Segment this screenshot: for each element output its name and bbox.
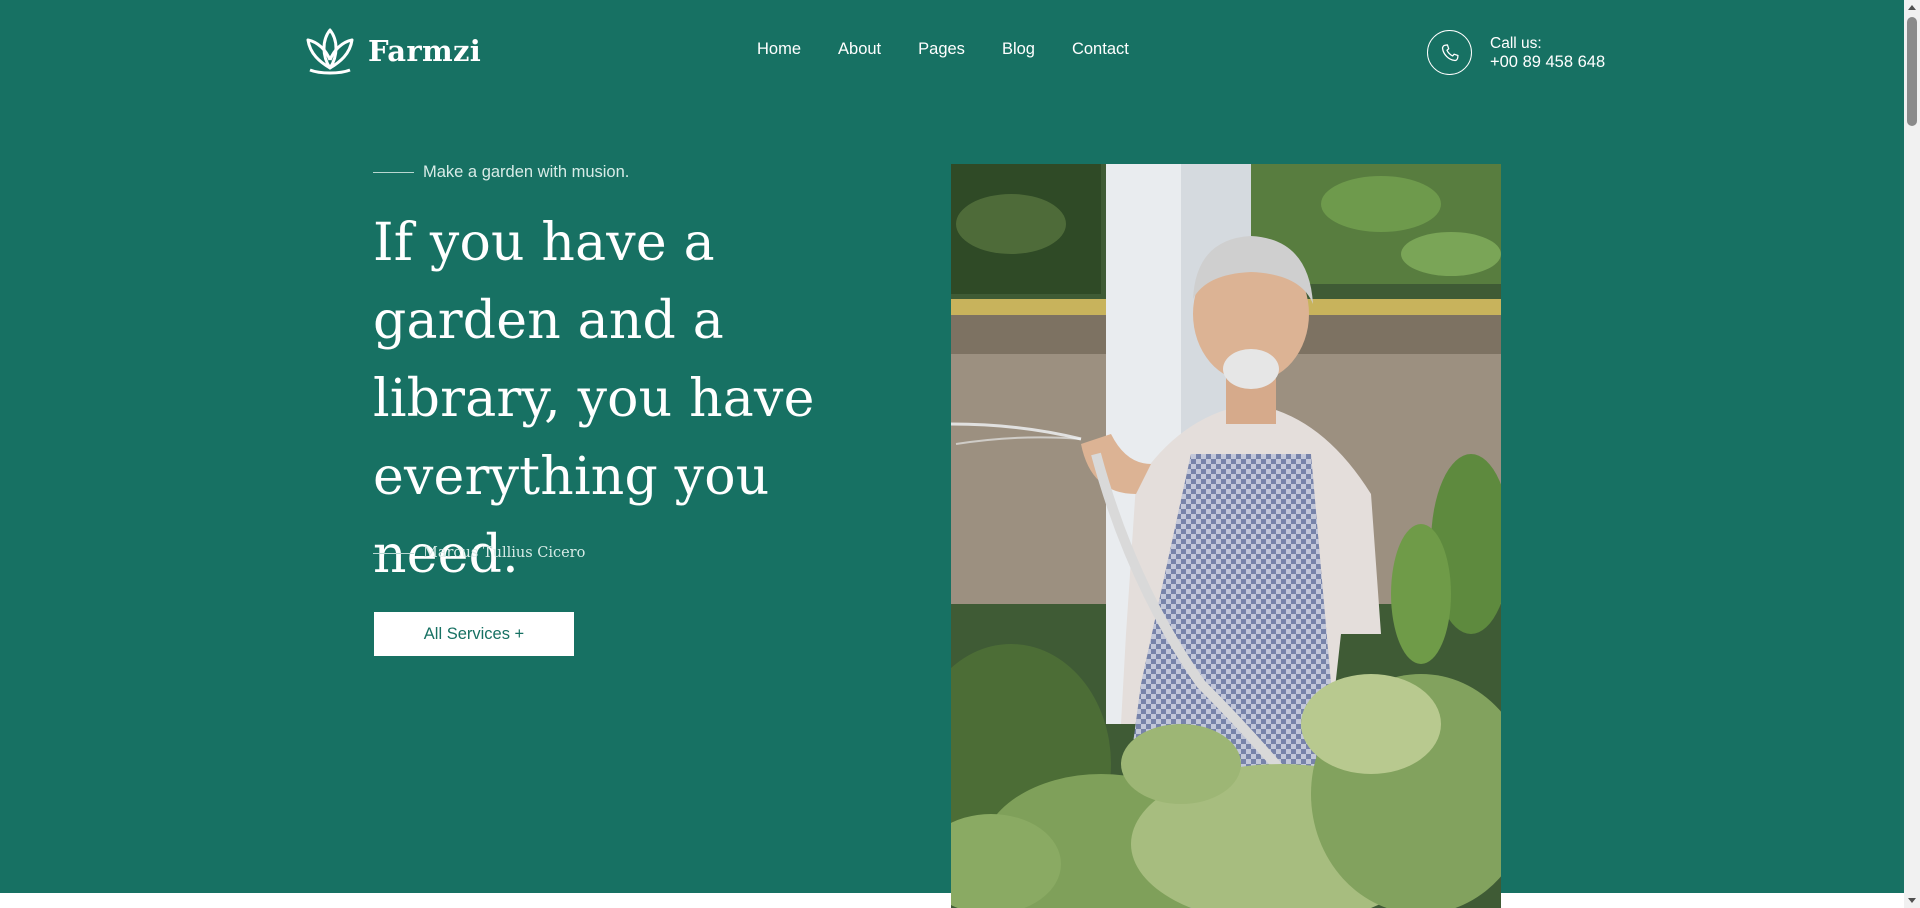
quote-author: Marcus Tullius Cicero [373,545,585,561]
phone-icon [1427,30,1472,75]
call-number[interactable]: +00 89 458 648 [1490,53,1605,72]
main-nav: Home About Pages Blog Contact [757,40,1129,59]
scrollbar-thumb[interactable] [1907,17,1917,126]
brand-name: Farmzi [368,34,482,68]
call-us-block[interactable]: Call us: +00 89 458 648 [1427,30,1605,75]
nav-contact[interactable]: Contact [1072,40,1129,59]
hero-image [951,164,1501,908]
scroll-down-icon[interactable] [1908,898,1916,903]
author-divider [373,552,414,554]
call-text: Call us: +00 89 458 648 [1490,34,1605,72]
lotus-icon [302,26,358,76]
hero-headline: If you have a garden and a library, you … [373,213,815,585]
page: Farmzi Home About Pages Blog Contact Cal… [0,0,1920,908]
brand-logo-link[interactable]: Farmzi [302,26,481,76]
page-scrollbar[interactable] [1904,0,1920,908]
eyebrow-divider [373,172,414,173]
nav-about[interactable]: About [838,40,881,59]
scroll-up-icon[interactable] [1908,5,1916,10]
nav-blog[interactable]: Blog [1002,40,1035,59]
hero-eyebrow: Make a garden with musion. [373,163,629,182]
call-label: Call us: [1490,34,1542,52]
eyebrow-text: Make a garden with musion. [423,163,630,181]
nav-pages[interactable]: Pages [918,40,965,59]
nav-home[interactable]: Home [757,40,801,59]
all-services-button[interactable]: All Services + [374,612,574,656]
author-name: Marcus Tullius Cicero [423,545,586,561]
